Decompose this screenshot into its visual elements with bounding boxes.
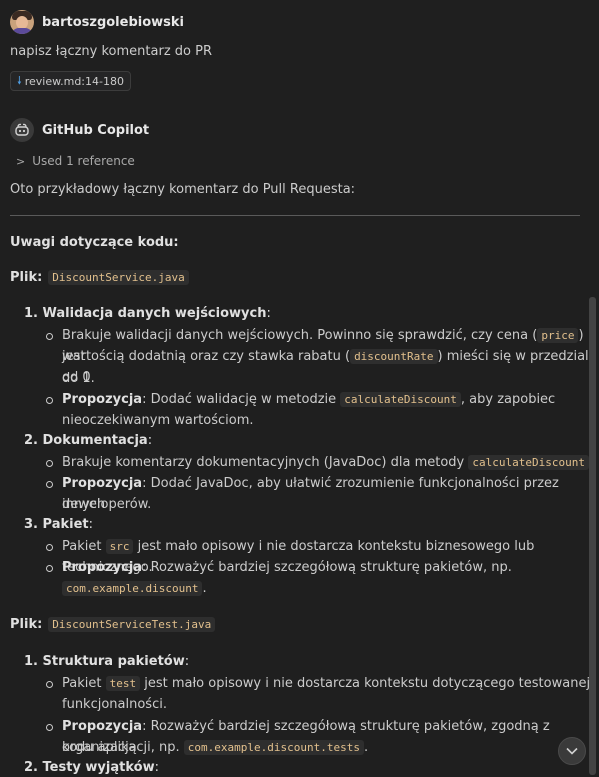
- bullet: [46, 724, 53, 731]
- list-item: wartością dodatnią oraz czy stawka rabat…: [62, 349, 597, 385]
- scroll-down-button[interactable]: [558, 737, 586, 765]
- scrollbar-thumb[interactable]: [589, 297, 596, 775]
- bullet: [46, 460, 53, 467]
- list-item: Brakuje komentarzy dokumentacyjnych (Jav…: [62, 452, 593, 473]
- copilot-icon: [10, 118, 34, 142]
- file-heading: Plik: DiscountServiceTest.java: [10, 617, 216, 632]
- chevron-right-icon: >: [16, 154, 26, 168]
- list-item-title: 1. Struktura pakietów:: [24, 654, 190, 669]
- chevron-down-icon: [566, 747, 578, 755]
- file-name: DiscountService.java: [48, 270, 189, 285]
- file-heading: Plik: DiscountService.java: [10, 270, 189, 285]
- section-heading: Uwagi dotyczące kodu:: [10, 235, 179, 250]
- file-name: DiscountServiceTest.java: [48, 617, 216, 632]
- list-item: kodu aplikacji, np. com.example.discount…: [62, 740, 369, 755]
- list-item: Pakiet test jest mało opisowy i nie dost…: [62, 676, 591, 691]
- file-label: Plik:: [10, 270, 43, 285]
- list-item-title: 1. Walidacja danych wejściowych:: [24, 306, 271, 321]
- bullet: [46, 544, 53, 551]
- reference-chip[interactable]: 🠗 review.md:14-180: [10, 71, 131, 91]
- assistant-name: GitHub Copilot: [42, 122, 150, 138]
- divider: [10, 215, 580, 216]
- download-icon: 🠗: [17, 73, 22, 87]
- list-item-title: 2. Dokumentacja:: [24, 433, 153, 448]
- file-label: Plik:: [10, 617, 43, 632]
- bullet: [46, 565, 53, 572]
- user-avatar[interactable]: [10, 10, 34, 34]
- assistant-intro: Oto przykładowy łączny komentarz do Pull…: [10, 182, 356, 197]
- used-references-label: Used 1 reference: [32, 154, 135, 168]
- reference-chip-label: review.md:14-180: [24, 74, 124, 88]
- bullet: [46, 481, 53, 488]
- user-name: bartoszgolebiowski: [42, 14, 184, 30]
- list-item: com.example.discount.: [62, 578, 207, 599]
- bullet: [46, 333, 53, 340]
- used-references-toggle[interactable]: > Used 1 reference: [16, 154, 135, 168]
- list-item-title: 3. Pakiet:: [24, 517, 93, 532]
- list-item: Propozycja: Rozważyć bardziej szczegółow…: [62, 560, 512, 575]
- list-item: deweloperów.: [62, 497, 152, 512]
- list-item: do 1.: [62, 371, 95, 386]
- list-item: funkcjonalności.: [62, 697, 167, 712]
- user-message-header: bartoszgolebiowski: [10, 10, 184, 34]
- bullet: [46, 397, 53, 404]
- assistant-message-header: GitHub Copilot: [10, 118, 149, 142]
- bullet: [46, 681, 53, 688]
- user-message-text: napisz łączny komentarz do PR: [10, 44, 212, 59]
- list-item-title: 2. Testy wyjątków:: [24, 760, 159, 775]
- list-item: nieoczekiwanym wartościom.: [62, 413, 254, 428]
- list-item: Propozycja: Dodać walidację w metodzie c…: [62, 392, 556, 407]
